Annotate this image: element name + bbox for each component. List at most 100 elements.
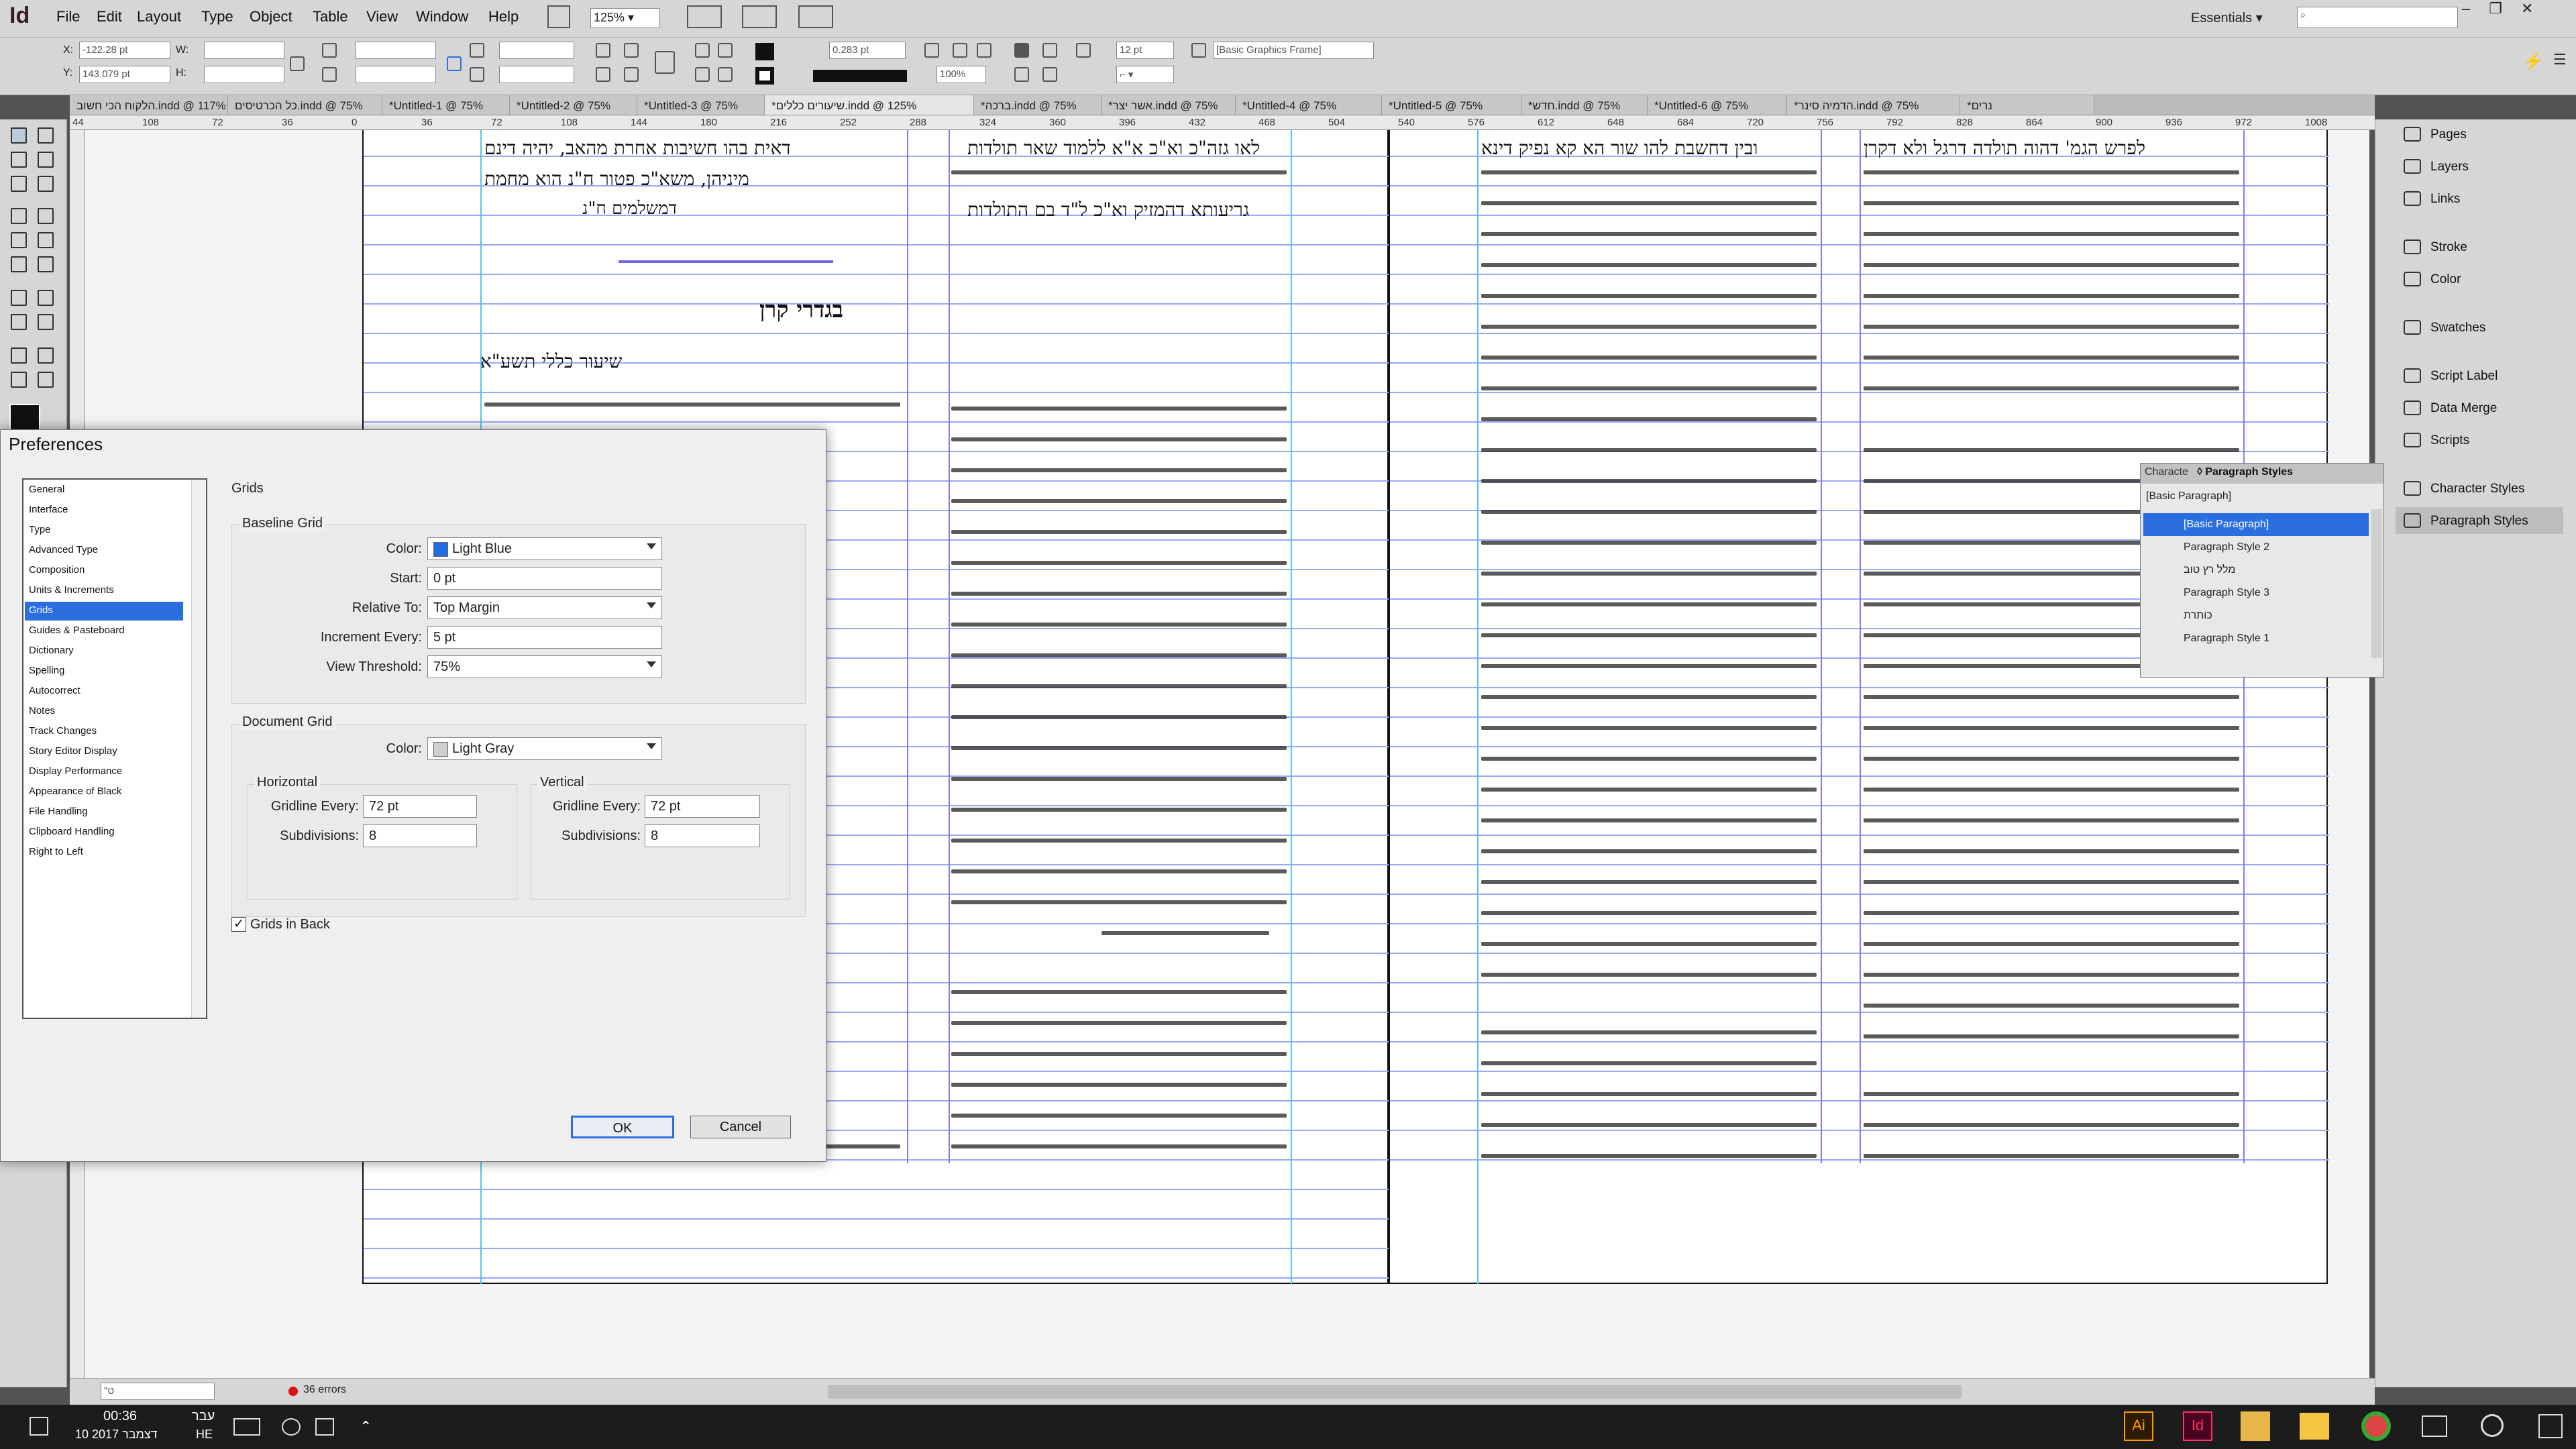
right-page[interactable]: ובין דחשבת להו שור הא קא נפיק דינא לפרש … [1389,130,2329,1284]
tab-document-active[interactable]: *שיעורים כללים.indd @ 125% [765,95,974,115]
hand-tool-icon[interactable] [8,369,30,390]
volume-icon[interactable] [315,1418,334,1436]
tint-icon[interactable] [1076,43,1091,58]
tab-document-9[interactable]: *Untitled-4 @ 75% [1236,95,1382,115]
show-hidden-icons[interactable]: ⌃ [360,1418,372,1436]
search-icon[interactable] [2481,1414,2504,1437]
flip-horizontal-icon[interactable] [596,67,610,82]
menu-window[interactable]: Window [416,8,468,25]
fill-swatch[interactable] [755,43,774,60]
left-col-signature[interactable]: דמשלמים ח"נ [582,199,677,219]
action-center-icon[interactable] [30,1417,48,1436]
pencil-tool-icon[interactable] [35,229,56,251]
clock-date[interactable]: 10 דצמבר 2017 [75,1428,158,1442]
section-subheading[interactable]: שיעור כללי תשע"א [480,350,622,373]
stroke-swatch[interactable] [755,67,774,85]
wifi-icon[interactable] [282,1418,301,1436]
menu-edit[interactable]: Edit [97,8,122,25]
wrap-none-icon[interactable] [1014,43,1029,58]
menu-layout[interactable]: Layout [137,8,181,25]
baseline-start-field[interactable]: 0 pt [427,567,662,590]
menu-object[interactable]: Object [250,8,292,25]
grids-in-back-checkbox[interactable]: ✓ [231,917,246,932]
gradient-swatch-tool-icon[interactable] [8,311,30,333]
category-composition[interactable]: Composition [25,561,183,580]
constrain-scale-icon[interactable] [447,56,462,71]
category-advanced-type[interactable]: Advanced Type [25,541,183,560]
select-next-icon[interactable] [718,67,733,82]
scale-y-field[interactable] [356,66,436,83]
ok-button[interactable]: OK [571,1116,674,1138]
stroke-weight-field[interactable]: 0.283 pt [829,42,906,59]
category-guides-pasteboard[interactable]: Guides & Pasteboard [25,622,183,641]
panel-layers[interactable]: Layers [2396,153,2563,180]
rotate-cw-icon[interactable] [596,43,610,58]
menu-help[interactable]: Help [488,8,519,25]
style-paragraph-1[interactable]: Paragraph Style 1 [2143,627,2369,650]
tab-document-8[interactable]: *אשר יצר.indd @ 75% [1102,95,1236,115]
scale-x-field[interactable] [356,42,436,59]
category-file-handling[interactable]: File Handling [25,803,183,822]
left-col-line-1[interactable]: דאית בהו חשיבות אחרת מהאב, יהיה דינם [484,137,791,160]
screen-mode-icon[interactable] [742,5,777,28]
select-previous-icon[interactable] [695,67,710,82]
control-panel-menu-icon[interactable]: ☰ [2553,51,2567,68]
y-field[interactable]: 143.079 pt [79,66,170,83]
object-style-icon[interactable] [1191,43,1206,58]
zoom-tool-icon[interactable] [35,369,56,390]
app-folder-icon[interactable] [2241,1411,2270,1441]
content-collector-icon[interactable] [8,173,30,195]
vertical-gridline-field[interactable]: 72 pt [645,795,760,818]
style-title[interactable]: כותרת [2143,604,2369,627]
fill-stroke-icon[interactable] [9,404,40,431]
illustrator-icon[interactable]: Ai [2124,1411,2153,1441]
scissors-tool-icon[interactable] [8,287,30,309]
gradient-feather-tool-icon[interactable] [35,311,56,333]
scale-y-icon[interactable] [322,67,337,82]
section-heading[interactable]: בגדרי קרן [759,297,843,323]
bridge-icon[interactable] [547,5,570,28]
horizontal-scrollbar[interactable] [828,1385,1962,1399]
panel-character-styles[interactable]: Character Styles [2396,475,2563,502]
tab-document-13[interactable]: *הדמיה סינר.indd @ 75% [1787,95,1960,115]
tab-document-7[interactable]: *ברכה.indd @ 75% [974,95,1102,115]
category-general[interactable]: General [25,481,183,500]
horizontal-ruler[interactable]: 44 108 72 36 0 36 72 108 144 180 216 252 288 324 360 39… [70,115,2375,130]
h-field[interactable] [204,66,284,83]
category-autocorrect[interactable]: Autocorrect [25,682,183,701]
category-dictionary[interactable]: Dictionary [25,642,183,661]
tab-document-11[interactable]: *חדש.indd @ 75% [1521,95,1648,115]
menu-view[interactable]: View [366,8,398,25]
tab-document-1[interactable]: הלקוח הכי חשוב.indd @ 117% [70,95,228,115]
arrange-documents-icon[interactable] [798,5,833,28]
align-left-frame-icon[interactable] [1014,67,1029,82]
chrome-icon[interactable] [2361,1411,2391,1441]
help-search-input[interactable]: ⌕ [2297,7,2458,28]
panel-paragraph-styles[interactable]: Paragraph Styles [2396,507,2563,534]
baseline-color-select[interactable]: Light Blue [427,537,662,560]
panel-pages[interactable]: Pages [2396,121,2563,148]
indesign-taskbar-icon[interactable]: Id [2183,1411,2212,1441]
shear-icon[interactable] [470,67,484,82]
document-grid-color-select[interactable]: Light Gray [427,737,662,760]
select-container-icon[interactable] [695,43,710,58]
tab-document-14[interactable]: *נרים [1960,95,2094,115]
panel-data-merge[interactable]: Data Merge [2396,394,2563,421]
direct-selection-tool-icon[interactable] [35,125,56,146]
baseline-threshold-select[interactable]: 75% [427,655,662,678]
category-story-editor[interactable]: Story Editor Display [25,743,183,761]
workspace-switcher[interactable]: Essentials ▾ [2191,9,2263,26]
page-number-field[interactable]: "ט [101,1383,215,1400]
baseline-increment-field[interactable]: 5 pt [427,626,662,649]
text-frame-p-icon[interactable] [655,51,675,74]
type-tool-icon[interactable] [8,205,30,227]
category-grids[interactable]: Grids [25,602,183,621]
rotate-field[interactable] [499,42,574,59]
scale-x-icon[interactable] [322,43,337,58]
category-spelling[interactable]: Spelling [25,662,183,681]
file-explorer-icon[interactable] [2300,1413,2329,1440]
corner-shape-select[interactable]: ⌐ ▾ [1116,66,1174,83]
view-options-icon[interactable] [687,5,722,28]
keyboard-language[interactable]: עבר [192,1409,215,1424]
horizontal-gridline-field[interactable]: 72 pt [363,795,477,818]
